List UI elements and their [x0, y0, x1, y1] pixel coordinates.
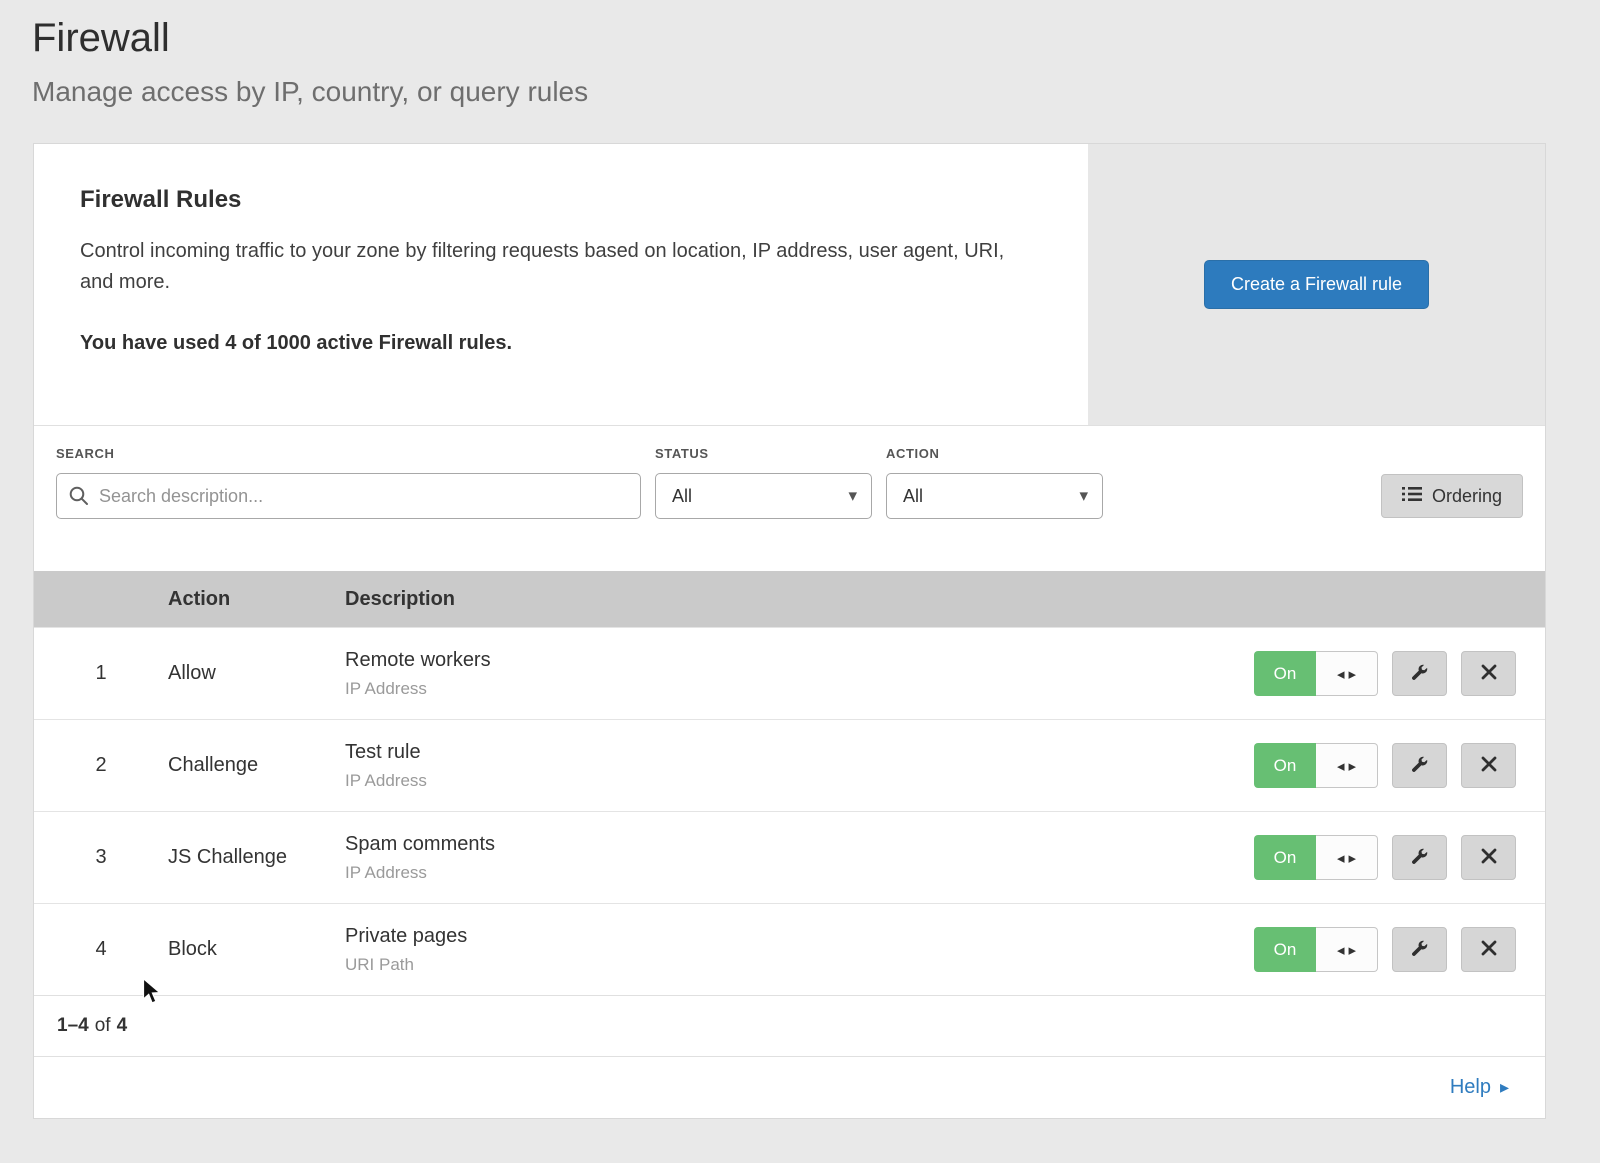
action-filter-group: ACTION All ▾: [886, 446, 1103, 519]
rule-priority: 3: [34, 846, 168, 869]
edit-rule-button[interactable]: [1392, 927, 1447, 972]
pagination-of-label: of: [95, 1015, 111, 1037]
rule-match-type: IP Address: [345, 771, 1247, 791]
rule-toggle-on[interactable]: On: [1254, 743, 1316, 788]
rule-description: Remote workers: [345, 649, 1247, 672]
table-row: 2 Challenge Test rule IP Address On ◂▸: [34, 719, 1545, 811]
action-select-value: All: [903, 486, 923, 507]
rule-toggle-on[interactable]: On: [1254, 835, 1316, 880]
chevron-down-icon: ▾: [848, 486, 857, 506]
rule-action: Challenge: [168, 754, 345, 777]
description-column-header: Description: [345, 588, 1247, 611]
ordering-list-icon: [1402, 486, 1422, 507]
card-intro-section: Firewall Rules Control incoming traffic …: [34, 144, 1545, 426]
toggle-arrows-icon[interactable]: ◂▸: [1316, 927, 1378, 972]
search-label: SEARCH: [56, 446, 641, 461]
page-title: Firewall: [32, 16, 1600, 61]
rule-toggle-on[interactable]: On: [1254, 927, 1316, 972]
rule-description-cell: Spam comments IP Address: [345, 833, 1247, 883]
toggle-arrows-icon[interactable]: ◂▸: [1316, 835, 1378, 880]
rule-controls: On ◂▸: [1247, 743, 1545, 788]
edit-rule-button[interactable]: [1392, 835, 1447, 880]
ordering-button[interactable]: Ordering: [1381, 474, 1523, 518]
rule-action: JS Challenge: [168, 846, 345, 869]
status-select-value: All: [672, 486, 692, 507]
card-footer: Help ▸: [34, 1056, 1545, 1118]
table-row: 1 Allow Remote workers IP Address On ◂▸: [34, 627, 1545, 719]
rule-toggle-on[interactable]: On: [1254, 651, 1316, 696]
rule-description-cell: Test rule IP Address: [345, 741, 1247, 791]
firewall-rules-card: Firewall Rules Control incoming traffic …: [33, 143, 1546, 1119]
close-icon: [1481, 756, 1497, 775]
close-icon: [1481, 940, 1497, 959]
edit-rule-button[interactable]: [1392, 743, 1447, 788]
rule-controls: On ◂▸: [1247, 927, 1545, 972]
action-select[interactable]: All ▾: [886, 473, 1103, 519]
rule-priority: 2: [34, 754, 168, 777]
pagination-total: 4: [117, 1015, 128, 1037]
rule-match-type: URI Path: [345, 955, 1247, 975]
close-icon: [1481, 848, 1497, 867]
search-input[interactable]: [57, 474, 640, 518]
wrench-icon: [1410, 847, 1429, 869]
rule-controls: On ◂▸: [1247, 651, 1545, 696]
rule-description: Private pages: [345, 925, 1247, 948]
filters-bar: SEARCH STATUS All ▾ ACTION All: [34, 426, 1545, 571]
action-column-header: Action: [168, 588, 345, 611]
rule-priority: 1: [34, 662, 168, 685]
rule-match-type: IP Address: [345, 863, 1247, 883]
help-link[interactable]: Help ▸: [1450, 1076, 1509, 1099]
page-subtitle: Manage access by IP, country, or query r…: [32, 76, 1600, 108]
delete-rule-button[interactable]: [1461, 835, 1516, 880]
card-description: Control incoming traffic to your zone by…: [80, 236, 1030, 298]
rule-toggle: On ◂▸: [1254, 651, 1378, 696]
help-arrow-icon: ▸: [1500, 1077, 1509, 1098]
close-icon: [1481, 664, 1497, 683]
wrench-icon: [1410, 663, 1429, 685]
create-firewall-rule-button[interactable]: Create a Firewall rule: [1204, 260, 1429, 309]
rule-action: Allow: [168, 662, 345, 685]
toggle-arrows-icon[interactable]: ◂▸: [1316, 651, 1378, 696]
pagination: 1–4 of 4: [34, 995, 1545, 1056]
rules-table-header: Action Description: [34, 571, 1545, 627]
toggle-arrows-icon[interactable]: ◂▸: [1316, 743, 1378, 788]
card-intro-text: Firewall Rules Control incoming traffic …: [34, 144, 1088, 425]
page-header: Firewall Manage access by IP, country, o…: [0, 0, 1600, 143]
rule-toggle: On ◂▸: [1254, 743, 1378, 788]
delete-rule-button[interactable]: [1461, 927, 1516, 972]
help-link-label: Help: [1450, 1076, 1491, 1099]
create-rule-panel: Create a Firewall rule: [1088, 144, 1545, 425]
rule-description: Test rule: [345, 741, 1247, 764]
rule-description-cell: Remote workers IP Address: [345, 649, 1247, 699]
ordering-button-label: Ordering: [1432, 486, 1502, 507]
chevron-down-icon: ▾: [1079, 486, 1088, 506]
status-label: STATUS: [655, 446, 872, 461]
delete-rule-button[interactable]: [1461, 651, 1516, 696]
rule-match-type: IP Address: [345, 679, 1247, 699]
status-filter-group: STATUS All ▾: [655, 446, 872, 519]
rules-usage-text: You have used 4 of 1000 active Firewall …: [80, 332, 1048, 355]
delete-rule-button[interactable]: [1461, 743, 1516, 788]
search-filter-group: SEARCH: [56, 446, 641, 519]
edit-rule-button[interactable]: [1392, 651, 1447, 696]
wrench-icon: [1410, 755, 1429, 777]
action-label: ACTION: [886, 446, 1103, 461]
pagination-range: 1–4: [57, 1015, 89, 1037]
rule-action: Block: [168, 938, 345, 961]
rule-toggle: On ◂▸: [1254, 927, 1378, 972]
rule-priority: 4: [34, 938, 168, 961]
rule-description: Spam comments: [345, 833, 1247, 856]
wrench-icon: [1410, 939, 1429, 961]
search-icon: [68, 485, 90, 512]
rule-description-cell: Private pages URI Path: [345, 925, 1247, 975]
card-heading: Firewall Rules: [80, 186, 1048, 214]
status-select[interactable]: All ▾: [655, 473, 872, 519]
rule-controls: On ◂▸: [1247, 835, 1545, 880]
rule-toggle: On ◂▸: [1254, 835, 1378, 880]
table-row: 4 Block Private pages URI Path On ◂▸: [34, 903, 1545, 995]
search-box: [56, 473, 641, 519]
table-row: 3 JS Challenge Spam comments IP Address …: [34, 811, 1545, 903]
